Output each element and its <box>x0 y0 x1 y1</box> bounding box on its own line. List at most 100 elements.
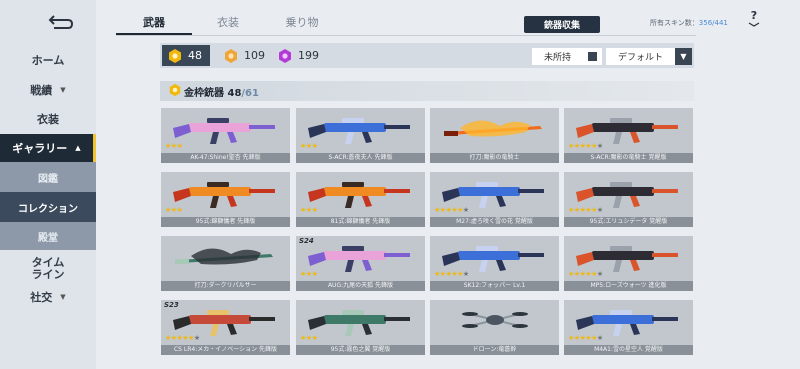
purple-rarity-filter[interactable]: 199 <box>272 45 319 66</box>
weapon-card[interactable]: ★★★ S-ACR:蒼夜夫人 先鋒版 <box>296 108 425 163</box>
sidebar-item-timeline[interactable]: タイム ライン <box>0 252 96 286</box>
weapon-image <box>175 248 273 265</box>
weapon-name: 81式:錦獅儀者 先鋒版 <box>296 217 425 227</box>
weapon-card[interactable]: 打刀:ダークリパルサー <box>161 236 290 291</box>
weapon-card[interactable]: ドローン:竜蒼幹 <box>430 300 559 355</box>
purple-hexagon-icon <box>279 48 291 63</box>
sidebar-item-outfit[interactable]: 衣装 <box>0 105 96 133</box>
star-rating: ★★★ <box>165 206 183 214</box>
orange-rarity-filter[interactable]: 109 <box>218 45 265 66</box>
weapon-card[interactable]: S24 ★★★ AUG:九尾の天狐 先鋒版 <box>296 236 425 291</box>
sidebar: ホーム 戦績 ▼ 衣装 ギャラリー ▲ 図鑑 コレクション 殿堂 タイム ライン 社… <box>0 0 96 369</box>
gold-count: 48 <box>188 49 202 62</box>
star-rating: ★★★ <box>300 270 318 278</box>
weapon-name: SK12:フォッパー Lv.1 <box>430 281 559 291</box>
weapon-name: S-ACR:蒼夜夫人 先鋒版 <box>296 153 425 163</box>
sidebar-item-record[interactable]: 戦績 ▼ <box>0 76 96 104</box>
weapon-image <box>462 312 528 328</box>
chevron-down-icon: ▼ <box>60 86 66 94</box>
weapon-name: AUG:九尾の天狐 先鋒版 <box>296 281 425 291</box>
skin-count-value: 356/441 <box>698 19 728 27</box>
season-tag: S24 <box>299 237 314 245</box>
sidebar-item-label: 戦績 <box>30 84 53 97</box>
back-arrow-icon[interactable] <box>46 10 76 34</box>
help-icon-glyph: ? <box>751 9 757 22</box>
section-title: 金枠銃器 48/61 <box>184 84 259 99</box>
unowned-checkbox[interactable] <box>588 52 597 61</box>
weapon-image <box>444 120 542 137</box>
tab-weapons[interactable]: 武器 <box>124 14 184 30</box>
gold-weapons-section-header: 金枠銃器 48/61 <box>160 81 694 101</box>
weapon-name: M4A1:雪の星空人 覚醒版 <box>564 345 693 355</box>
tab-active-indicator <box>116 33 192 35</box>
sidebar-item-label: 衣装 <box>37 113 59 126</box>
sort-label: デフォルト <box>618 53 664 63</box>
purple-count: 199 <box>298 49 319 62</box>
gold-hexagon-icon <box>169 83 181 97</box>
tab-vehicles[interactable]: 乗り物 <box>272 14 332 30</box>
weapon-name: 95式:錦獅儀者 先鋒版 <box>161 217 290 227</box>
gold-hexagon-icon <box>169 48 181 63</box>
section-total-count: /61 <box>241 88 259 99</box>
star-rating: ★★★★★★ <box>165 334 200 342</box>
weapon-card[interactable]: ★★★ AK-47:Shine!聖杏 先鋒版 <box>161 108 290 163</box>
weapon-name: S-ACR:魔影の竜騎士 覚醒版 <box>564 153 693 163</box>
rarity-filter-bar: 48 109 199 未所持 デフォルト ▼ <box>160 43 694 68</box>
sidebar-item-label: ホーム <box>31 54 65 67</box>
sidebar-item-label: タイム ライン <box>31 256 65 281</box>
orange-hexagon-icon <box>225 48 237 63</box>
weapon-name: ドローン:竜蒼幹 <box>430 345 559 355</box>
weapon-card[interactable]: ★★★ 81式:錦獅儀者 先鋒版 <box>296 172 425 227</box>
chevron-up-icon: ▲ <box>75 144 81 152</box>
weapon-card[interactable]: ★★★★★★ S-ACR:魔影の竜騎士 覚醒版 <box>564 108 693 163</box>
tab-divider <box>116 35 696 36</box>
chevron-down-icon: ▼ <box>60 293 66 301</box>
weapon-collection-button[interactable]: 銃器収集 <box>524 16 600 33</box>
sidebar-item-collection[interactable]: コレクション <box>0 192 96 222</box>
weapon-card[interactable]: ★★★★★★ 95式:エリュシデータ 覚醒版 <box>564 172 693 227</box>
star-rating: ★★★★★★ <box>434 270 469 278</box>
weapon-card[interactable]: ★★★★★★ MP5:ローズウォーツ 進化版 <box>564 236 693 291</box>
sort-dropdown[interactable]: デフォルト ▼ <box>606 48 692 65</box>
weapon-name: 95式:エリュシデータ 覚醒版 <box>564 217 693 227</box>
star-rating: ★★★ <box>300 334 318 342</box>
weapon-card[interactable]: ★★★★★★ SK12:フォッパー Lv.1 <box>430 236 559 291</box>
weapon-card[interactable]: ★★★★★★ M27:虚ろ咲く雪の花 覚醒版 <box>430 172 559 227</box>
weapon-card[interactable]: ★★★ 95式:錦獅儀者 先鋒版 <box>161 172 290 227</box>
sidebar-item-label: コレクション <box>18 203 78 215</box>
tab-outfits[interactable]: 衣装 <box>198 14 258 30</box>
sidebar-item-home[interactable]: ホーム <box>0 46 96 74</box>
star-rating: ★★★★★★ <box>568 142 603 150</box>
star-rating: ★★★★★★ <box>434 206 469 214</box>
owned-skin-count: 所有スキン数：356/441 <box>650 18 728 28</box>
weapon-card[interactable]: ★★★ 95式:霧色之翼 覚醒版 <box>296 300 425 355</box>
weapon-name: AK-47:Shine!聖杏 先鋒版 <box>161 153 290 163</box>
sidebar-item-label: 図鑑 <box>38 173 58 185</box>
sidebar-item-label: 社交 <box>30 291 53 304</box>
weapon-name: CS LR4:メカ・イノベーション 先鋒版 <box>161 345 290 355</box>
unowned-label: 未所持 <box>544 53 572 63</box>
weapon-card[interactable]: S23 ★★★★★★ CS LR4:メカ・イノベーション 先鋒版 <box>161 300 290 355</box>
sidebar-item-gallery[interactable]: ギャラリー ▲ <box>0 134 96 162</box>
help-icon[interactable]: ? <box>744 8 764 28</box>
season-tag: S23 <box>164 301 179 309</box>
weapon-card[interactable]: ★★★★★★ M4A1:雪の星空人 覚醒版 <box>564 300 693 355</box>
sidebar-item-social[interactable]: 社交 ▼ <box>0 283 96 311</box>
weapon-name: 打刀:ダークリパルサー <box>161 281 290 291</box>
weapon-card[interactable]: 打刀:魔影の竜騎士 <box>430 108 559 163</box>
skin-count-label: 所有スキン数： <box>650 19 699 27</box>
chevron-down-icon[interactable]: ▼ <box>675 48 692 65</box>
section-owned-count: 48 <box>227 88 242 99</box>
sidebar-item-hall-of-fame[interactable]: 殿堂 <box>0 222 96 250</box>
star-rating: ★★★★★★ <box>568 206 603 214</box>
weapon-name: 95式:霧色之翼 覚醒版 <box>296 345 425 355</box>
sidebar-item-label: 殿堂 <box>38 232 58 244</box>
unowned-toggle[interactable]: 未所持 <box>532 48 602 65</box>
weapon-name: MP5:ローズウォーツ 進化版 <box>564 281 693 291</box>
star-rating: ★★★ <box>300 142 318 150</box>
gold-rarity-filter[interactable]: 48 <box>162 45 210 66</box>
section-title-text: 金枠銃器 <box>184 88 224 99</box>
weapon-name: 打刀:魔影の竜騎士 <box>430 153 559 163</box>
sidebar-item-encyclopedia[interactable]: 図鑑 <box>0 162 96 192</box>
sidebar-item-label: ギャラリー <box>12 142 68 155</box>
